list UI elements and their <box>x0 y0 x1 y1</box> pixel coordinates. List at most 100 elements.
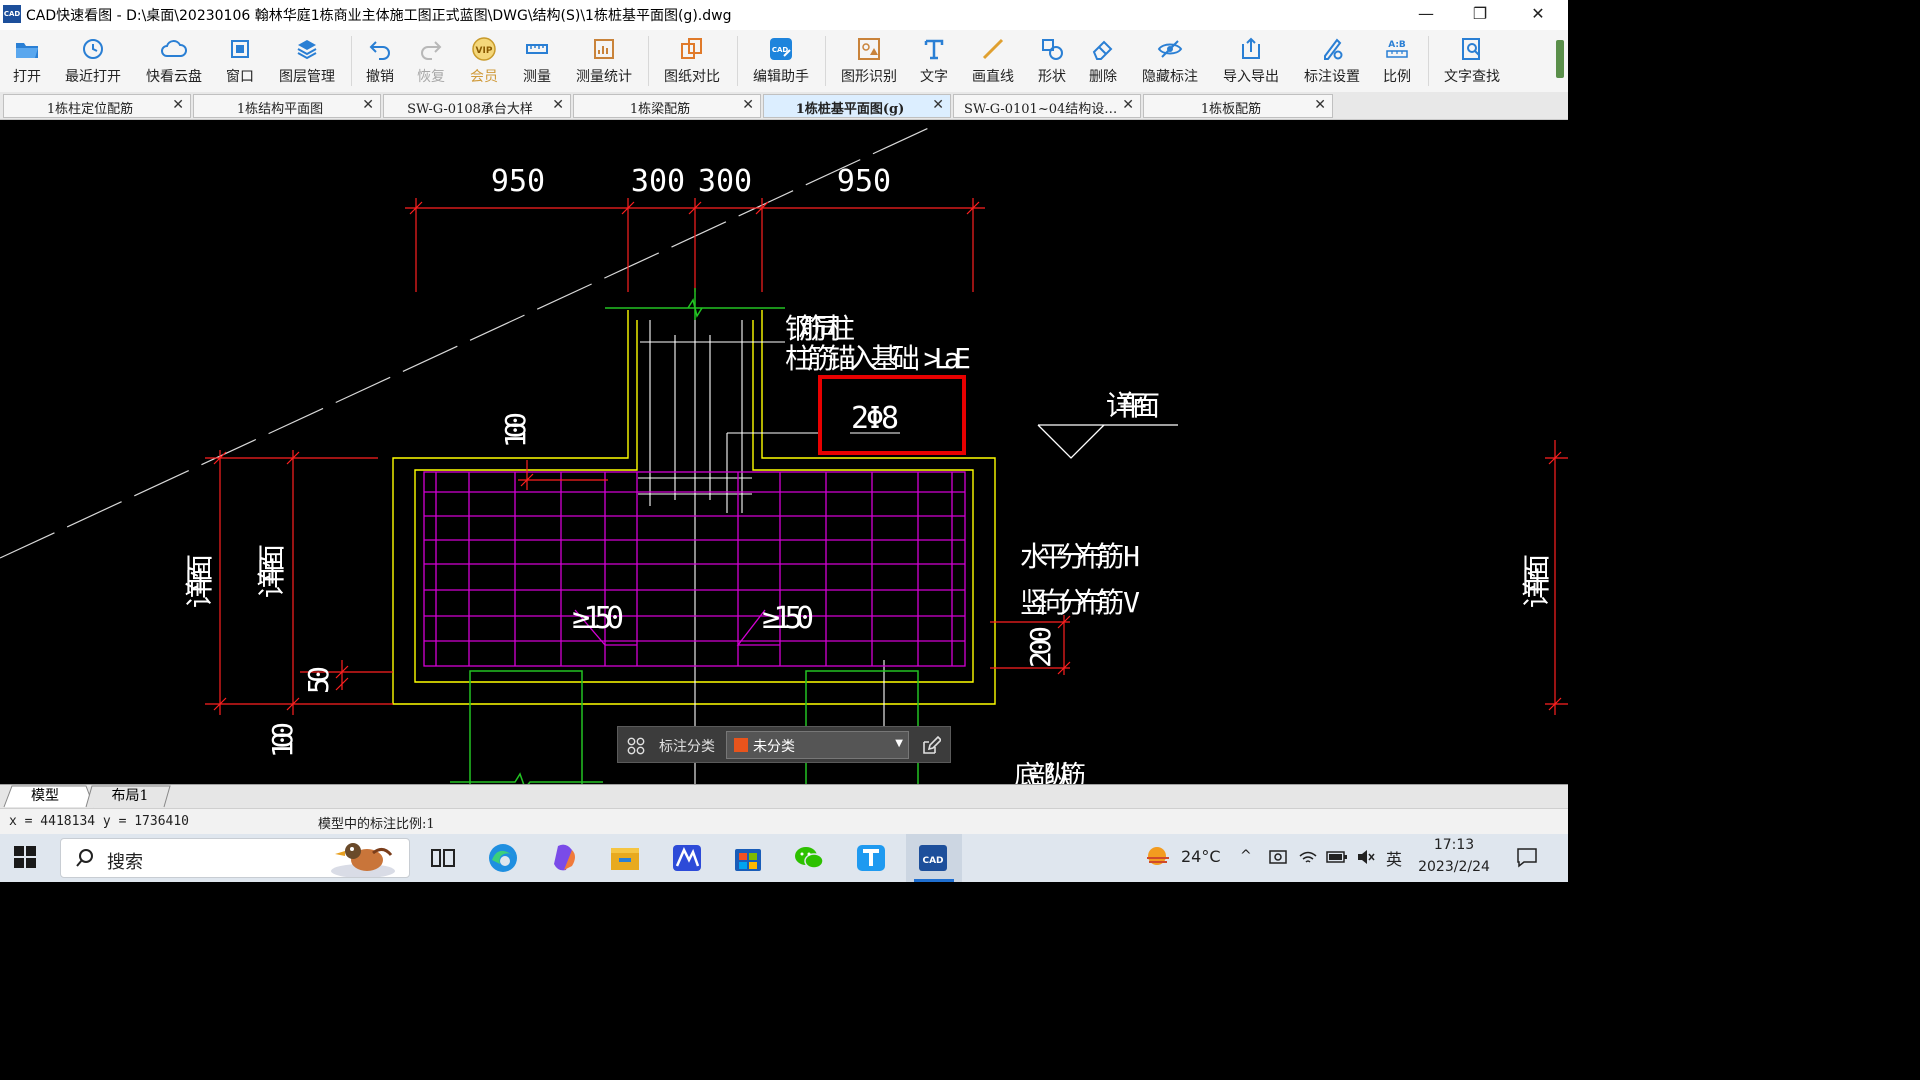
tab-slab-reinforcement[interactable]: 1栋板配筋 ✕ <box>1143 94 1333 118</box>
recent-open-button[interactable]: 最近打开 <box>58 30 128 92</box>
draw-line-button[interactable]: 画直线 <box>964 30 1022 92</box>
maxthon-icon[interactable] <box>668 840 706 876</box>
cloud-drive-button[interactable]: 快看云盘 <box>138 30 210 92</box>
file-explorer-icon[interactable] <box>606 840 644 876</box>
notification-icon[interactable] <box>1516 846 1538 868</box>
undo-button[interactable]: 撤销 <box>358 30 402 92</box>
close-icon[interactable]: ✕ <box>172 97 184 113</box>
search-highlight-duck-icon <box>331 843 395 877</box>
document-tabs: 1栋柱定位配筋 ✕ 1栋结构平面图 ✕ SW-G-0108承台大样 ✕ 1栋梁配… <box>0 92 1568 120</box>
ruler-icon <box>526 44 548 54</box>
edit-icon[interactable] <box>921 736 941 756</box>
shapes-button[interactable]: 形状 <box>1030 30 1074 92</box>
annotation-category-bar: 标注分类 未分类 ▼ <box>617 726 951 763</box>
clock-time[interactable]: 17:13 <box>1418 837 1490 853</box>
tab-beam-reinforcement[interactable]: 1栋梁配筋 ✕ <box>573 94 761 118</box>
edge-icon[interactable] <box>484 840 522 876</box>
tab-column-layout[interactable]: 1栋柱定位配筋 ✕ <box>3 94 191 118</box>
column-top-break <box>605 288 785 320</box>
tab-structure-design-notes[interactable]: SW-G-0101~04结构设… ✕ <box>953 94 1141 118</box>
text-button[interactable]: 文字 <box>912 30 956 92</box>
measure-button[interactable]: 测量 <box>515 30 559 92</box>
input-method-indicator[interactable]: 英 <box>1386 846 1402 870</box>
restore-button[interactable]: ❐ <box>1452 0 1508 30</box>
close-icon[interactable]: ✕ <box>552 97 564 113</box>
close-icon[interactable]: ✕ <box>1314 97 1326 113</box>
wifi-icon[interactable] <box>1298 848 1318 866</box>
window-button[interactable]: 窗口 <box>218 30 262 92</box>
hide-annotation-button[interactable]: 隐藏标注 <box>1134 30 1206 92</box>
minimize-button[interactable]: — <box>1398 0 1454 30</box>
cad-app-icon[interactable]: CAD <box>914 840 952 876</box>
eraser-icon <box>1092 40 1113 60</box>
dim-300-left: 300 <box>631 164 685 199</box>
wechat-icon[interactable] <box>790 840 828 876</box>
annotation-settings-icon <box>1324 38 1343 60</box>
search-placeholder: 搜索 <box>107 852 143 873</box>
weather-icon[interactable] <box>1143 844 1173 870</box>
volume-muted-icon[interactable] <box>1356 848 1376 866</box>
vip-button[interactable]: VIP 会员 <box>462 30 506 92</box>
tab-structure-plan[interactable]: 1栋结构平面图 ✕ <box>193 94 381 118</box>
annotation-category-select[interactable]: 未分类 ▼ <box>726 731 909 759</box>
battery-icon[interactable] <box>1326 848 1348 866</box>
import-export-button[interactable]: 导入导出 <box>1215 30 1287 92</box>
copilot-icon[interactable] <box>546 840 584 876</box>
annotation-settings-button[interactable]: 标注设置 <box>1296 30 1368 92</box>
tab-layout1[interactable]: 布局1 <box>96 785 164 807</box>
close-icon[interactable]: ✕ <box>742 97 754 113</box>
taskbar-search-box[interactable]: 搜索 <box>60 838 410 878</box>
measure-stats-button[interactable]: 测量统计 <box>568 30 640 92</box>
close-icon[interactable]: ✕ <box>1122 97 1134 113</box>
vip-badge-icon: VIP <box>472 37 496 61</box>
undo-icon <box>369 41 390 60</box>
line-icon <box>982 38 1004 60</box>
text-app-icon[interactable] <box>852 840 890 876</box>
tab-pile-foundation-plan[interactable]: 1栋桩基平面图(g) ✕ <box>763 94 951 118</box>
tab-model[interactable]: 模型 <box>14 785 76 807</box>
weather-temperature[interactable]: 24°C <box>1181 847 1221 866</box>
main-toolbar: 打开 最近打开 快看云盘 窗口 图层管理 撤销 恢复 VIP 会员 测量 测量统… <box>0 30 1568 92</box>
title-bar: CAD CAD快速看图 - D:\桌面\20230106 翰林华庭1栋商业主体施… <box>0 0 1568 30</box>
dim-300-right: 300 <box>698 164 752 199</box>
recent-clock-icon <box>83 39 103 59</box>
open-folder-icon <box>16 43 38 58</box>
column-rebars <box>638 320 885 784</box>
text-search-button[interactable]: 文字查找 <box>1436 30 1508 92</box>
tray-app-icon[interactable] <box>1268 848 1288 866</box>
chevron-down-icon: ▼ <box>895 738 903 749</box>
scale-ab-icon: A:B <box>1386 40 1408 58</box>
store-icon[interactable] <box>729 840 767 876</box>
layers-icon <box>297 40 317 60</box>
open-button[interactable]: 打开 <box>2 30 52 92</box>
top-dimension-chain <box>405 198 985 292</box>
edit-assistant-button[interactable]: CAD 编辑助手 <box>745 30 817 92</box>
note-bottom-bars: 底部纵筋 <box>1014 761 1086 784</box>
layout-tab-bar: 模型 布局1 <box>0 784 1568 809</box>
cad-canvas[interactable]: 950 300 300 950 钢筋同柱 柱筋锚入基础 >LaE 2Φ8 详平面… <box>0 120 1568 784</box>
cad-drawing[interactable]: 950 300 300 950 钢筋同柱 柱筋锚入基础 >LaE 2Φ8 详平面… <box>0 120 1568 784</box>
close-button[interactable]: ✕ <box>1510 0 1566 30</box>
close-icon[interactable]: ✕ <box>362 97 374 113</box>
note-min-spacing-right: ≥150 <box>762 601 814 636</box>
dim-100-bottom: 100 <box>266 722 299 758</box>
layer-manager-button[interactable]: 图层管理 <box>272 30 342 92</box>
shape-recognize-button[interactable]: 图形识别 <box>833 30 905 92</box>
tab-pile-cap-detail[interactable]: SW-G-0108承台大样 ✕ <box>383 94 571 118</box>
redo-button[interactable]: 恢复 <box>409 30 453 92</box>
grid-icon[interactable] <box>627 737 645 755</box>
windows-start-icon[interactable] <box>14 846 36 868</box>
delete-button[interactable]: 删除 <box>1081 30 1125 92</box>
scroll-indicator <box>1556 40 1564 78</box>
svg-text:VIP: VIP <box>476 46 493 56</box>
clock-date[interactable]: 2023/2/24 <box>1410 859 1498 875</box>
note-rebar-same-column: 钢筋同柱 <box>785 312 855 345</box>
annotation-category-label: 标注分类 <box>659 739 715 755</box>
chevron-up-icon[interactable]: ^ <box>1240 848 1252 864</box>
scale-button[interactable]: A:B 比例 <box>1375 30 1419 92</box>
note-detail-plan-far-right: 详平面 <box>1520 554 1553 608</box>
task-view-icon[interactable] <box>424 840 462 876</box>
close-icon[interactable]: ✕ <box>932 97 944 113</box>
compare-button[interactable]: 图纸对比 <box>656 30 728 92</box>
text-icon <box>924 39 944 60</box>
